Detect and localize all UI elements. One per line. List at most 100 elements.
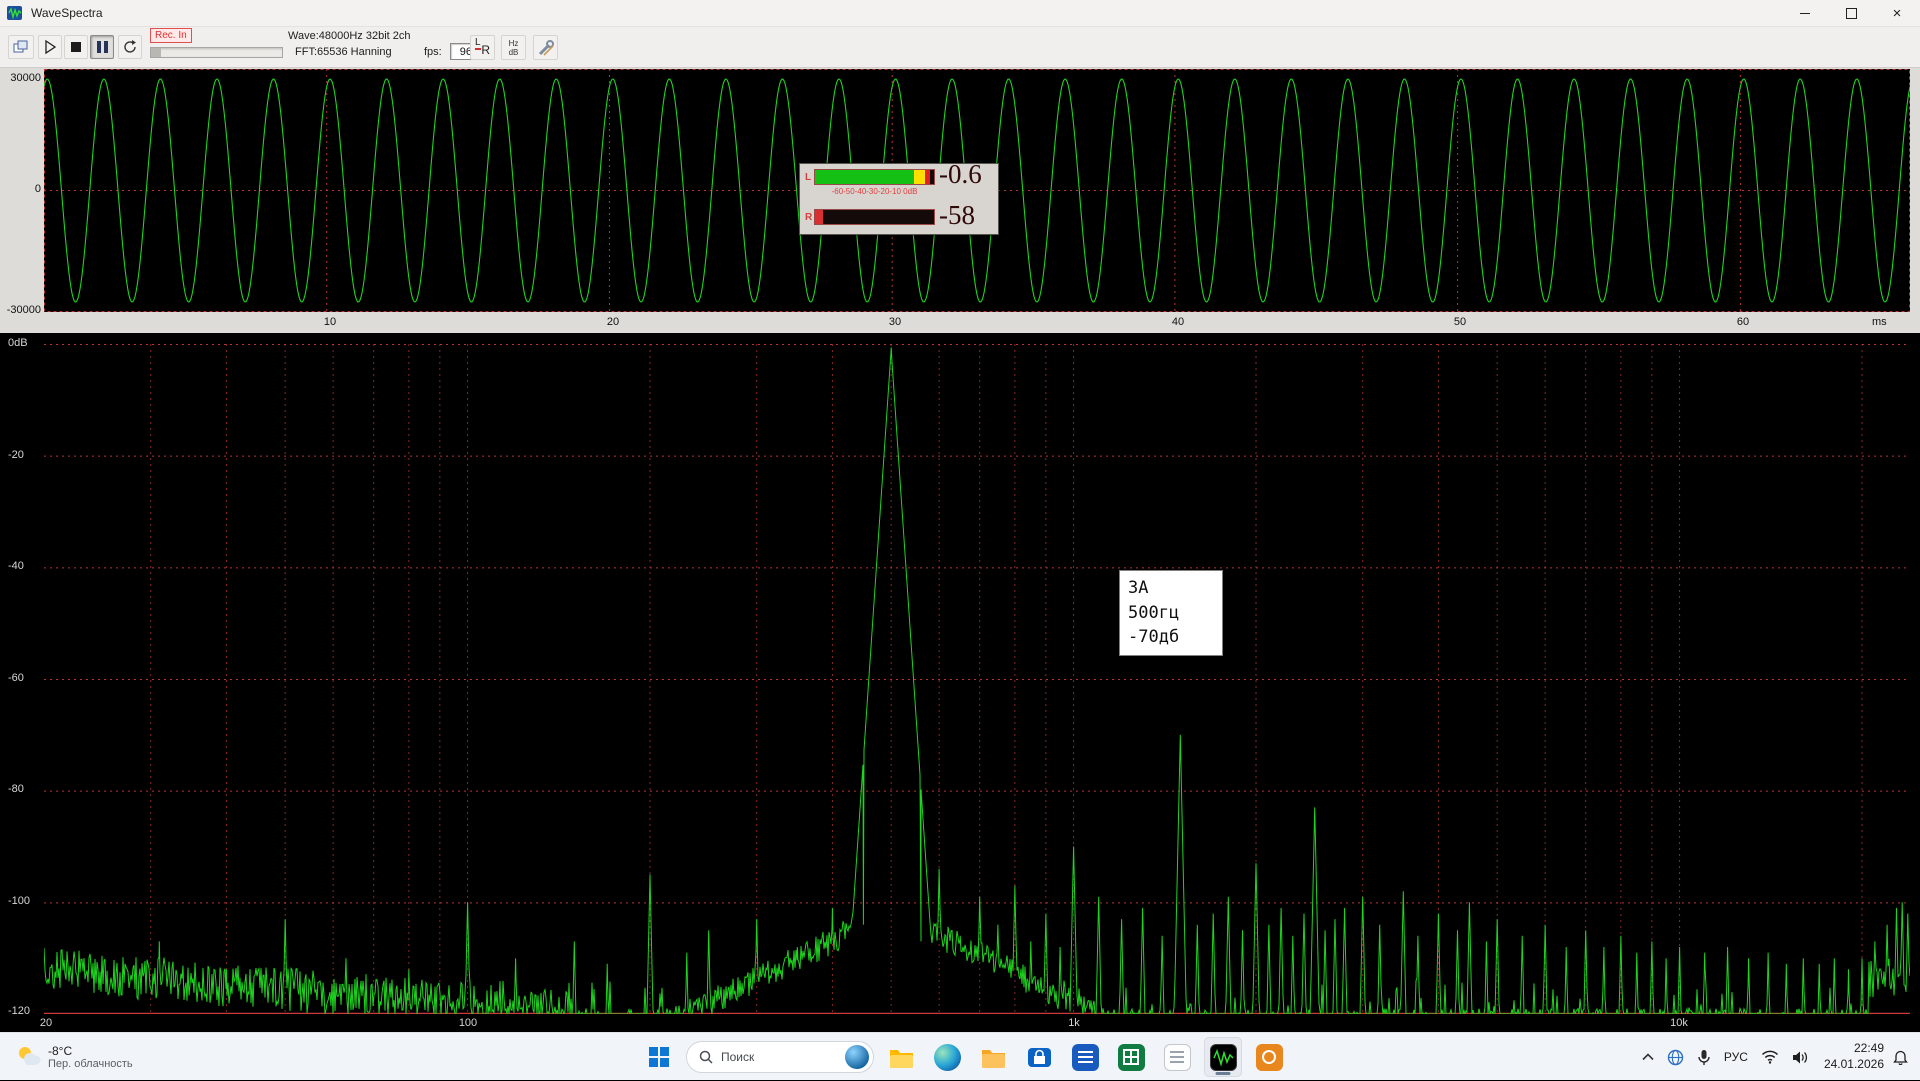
- weather-icon: [15, 1044, 41, 1070]
- start-button[interactable]: [640, 1037, 678, 1077]
- meter-left-label: L: [805, 172, 811, 183]
- spectrum-chart: [44, 344, 1910, 1014]
- notification-center-button[interactable]: [1889, 1037, 1912, 1077]
- annotation-line-3: -70дб: [1128, 625, 1214, 650]
- taskbar-item-wavespectra-active[interactable]: [1204, 1037, 1242, 1077]
- wave-x-tick-30: 30: [875, 316, 915, 328]
- maximize-button[interactable]: [1828, 0, 1874, 26]
- toolbar: Rec. In Wave:48000Hz 32bit 2ch FFT:65536…: [0, 27, 1920, 68]
- pause-button[interactable]: [90, 35, 114, 59]
- taskbar-item-word[interactable]: [1066, 1037, 1104, 1077]
- wave-x-tick-10: 10: [310, 316, 350, 328]
- wave-y-tick-zero: 0: [1, 183, 41, 195]
- meter-left-bar-fill: [815, 170, 930, 184]
- annotation-line-2: 500гц: [1128, 601, 1214, 626]
- spec-x-tick-100: 100: [450, 1017, 486, 1029]
- taskbar-item-store[interactable]: [1020, 1037, 1058, 1077]
- spectrum-plot[interactable]: [44, 344, 1910, 1014]
- wave-x-tick-50: 50: [1440, 316, 1480, 328]
- settings-button[interactable]: [533, 35, 558, 60]
- annotation-note[interactable]: 3A 500гц -70дб: [1119, 570, 1223, 656]
- meter-right-bar: [814, 209, 935, 225]
- dual-window-button[interactable]: [8, 35, 34, 59]
- spec-y-tick-60: -60: [8, 672, 24, 684]
- axis-scale-button[interactable]: Hz dB: [501, 35, 526, 60]
- position-slider[interactable]: [150, 47, 283, 58]
- taskbar-item-folder[interactable]: [974, 1037, 1012, 1077]
- spec-y-tick-80: -80: [8, 783, 24, 795]
- taskbar: -8°C Пер. облачность Поиск: [0, 1032, 1920, 1080]
- fft-info: FFT:65536 Hanning: [295, 46, 392, 58]
- close-button[interactable]: ×: [1874, 0, 1920, 26]
- window-title: WaveSpectra: [31, 6, 103, 20]
- wifi-icon: [1761, 1050, 1779, 1064]
- spec-y-tick-20: -20: [8, 449, 24, 461]
- meter-right-label: R: [805, 212, 812, 223]
- taskbar-item-notepad[interactable]: [1158, 1037, 1196, 1077]
- level-meter-window[interactable]: L -0.6 -60-50-40-30-20-10 0dB R -58: [799, 163, 999, 235]
- volume-button[interactable]: [1788, 1037, 1813, 1077]
- store-icon: [1026, 1044, 1053, 1071]
- meter-scale: -60-50-40-30-20-10 0dB: [812, 187, 937, 196]
- meter-right-bar-fill: [815, 210, 823, 224]
- taskbar-item-edge[interactable]: [928, 1037, 966, 1077]
- spec-x-tick-1k: 1k: [1058, 1017, 1090, 1029]
- folder-icon: [980, 1044, 1007, 1071]
- dual-window-icon: [13, 40, 29, 54]
- channel-select-button[interactable]: L R: [470, 35, 495, 60]
- word-icon: [1072, 1044, 1099, 1071]
- edge-icon: [934, 1044, 961, 1071]
- spec-y-tick-40: -40: [8, 560, 24, 572]
- clock-widget[interactable]: 22:49 24.01.2026: [1824, 1041, 1884, 1072]
- windows-logo-icon: [648, 1046, 670, 1068]
- meter-right-value: -58: [939, 200, 975, 231]
- notification-bell-icon: [1893, 1049, 1908, 1065]
- window-controls: ×: [1782, 0, 1920, 26]
- play-button[interactable]: [38, 35, 62, 59]
- excel-icon: [1118, 1044, 1145, 1071]
- weather-widget[interactable]: -8°C Пер. облачность: [6, 1036, 142, 1077]
- play-icon: [42, 39, 58, 55]
- taskbar-item-file-explorer[interactable]: [882, 1037, 920, 1077]
- search-icon: [699, 1050, 713, 1064]
- titlebar: WaveSpectra ×: [0, 0, 1920, 27]
- tray-browser-button[interactable]: [1663, 1037, 1688, 1077]
- annotation-line-1: 3A: [1128, 576, 1214, 601]
- loop-button[interactable]: [118, 35, 142, 59]
- meter-left-value: -0.6: [939, 159, 982, 190]
- wave-x-tick-40: 40: [1158, 316, 1198, 328]
- weather-temperature: -8°C: [48, 1044, 133, 1058]
- wavespectra-app-icon: [7, 5, 23, 21]
- channel-r-label: R: [481, 43, 490, 57]
- wave-x-tick-60: 60: [1723, 316, 1763, 328]
- spec-y-tick-100: -100: [8, 895, 30, 907]
- taskbar-center: Поиск: [640, 1037, 1288, 1077]
- taskbar-item-excel[interactable]: [1112, 1037, 1150, 1077]
- meter-left-bar: [814, 169, 935, 185]
- tray-overflow-button[interactable]: [1638, 1037, 1658, 1077]
- clock-time: 22:49: [1824, 1041, 1884, 1057]
- maximize-icon: [1846, 8, 1857, 19]
- speaker-icon: [1792, 1050, 1809, 1065]
- tray-microphone-button[interactable]: [1693, 1037, 1715, 1077]
- weather-description: Пер. облачность: [48, 1058, 133, 1070]
- search-box[interactable]: Поиск: [686, 1041, 874, 1073]
- minimize-icon: [1800, 13, 1810, 14]
- wave-y-tick-max: 30000: [1, 72, 41, 84]
- spec-x-tick-20: 20: [34, 1017, 58, 1029]
- spectrum-panel: 0dB -20 -40 -60 -80 -100 -120 20 100 1k …: [0, 333, 1920, 1032]
- language-indicator[interactable]: РУС: [1720, 1037, 1752, 1077]
- spec-x-tick-10k: 10k: [1656, 1017, 1702, 1029]
- position-slider-fill: [151, 48, 161, 57]
- hz-label: Hz: [509, 39, 519, 48]
- wifi-button[interactable]: [1757, 1037, 1783, 1077]
- microphone-icon: [1697, 1049, 1711, 1066]
- waveform-panel: 30000 0 -30000 10 20 30 40 50 60 ms L -0…: [0, 68, 1920, 333]
- stop-button[interactable]: [64, 35, 88, 59]
- file-explorer-icon: [888, 1044, 915, 1071]
- minimize-button[interactable]: [1782, 0, 1828, 26]
- wavespectra-taskbar-icon: [1210, 1044, 1237, 1071]
- wave-x-tick-20: 20: [593, 316, 633, 328]
- wrench-icon: [537, 39, 555, 57]
- taskbar-item-media-player[interactable]: [1250, 1037, 1288, 1077]
